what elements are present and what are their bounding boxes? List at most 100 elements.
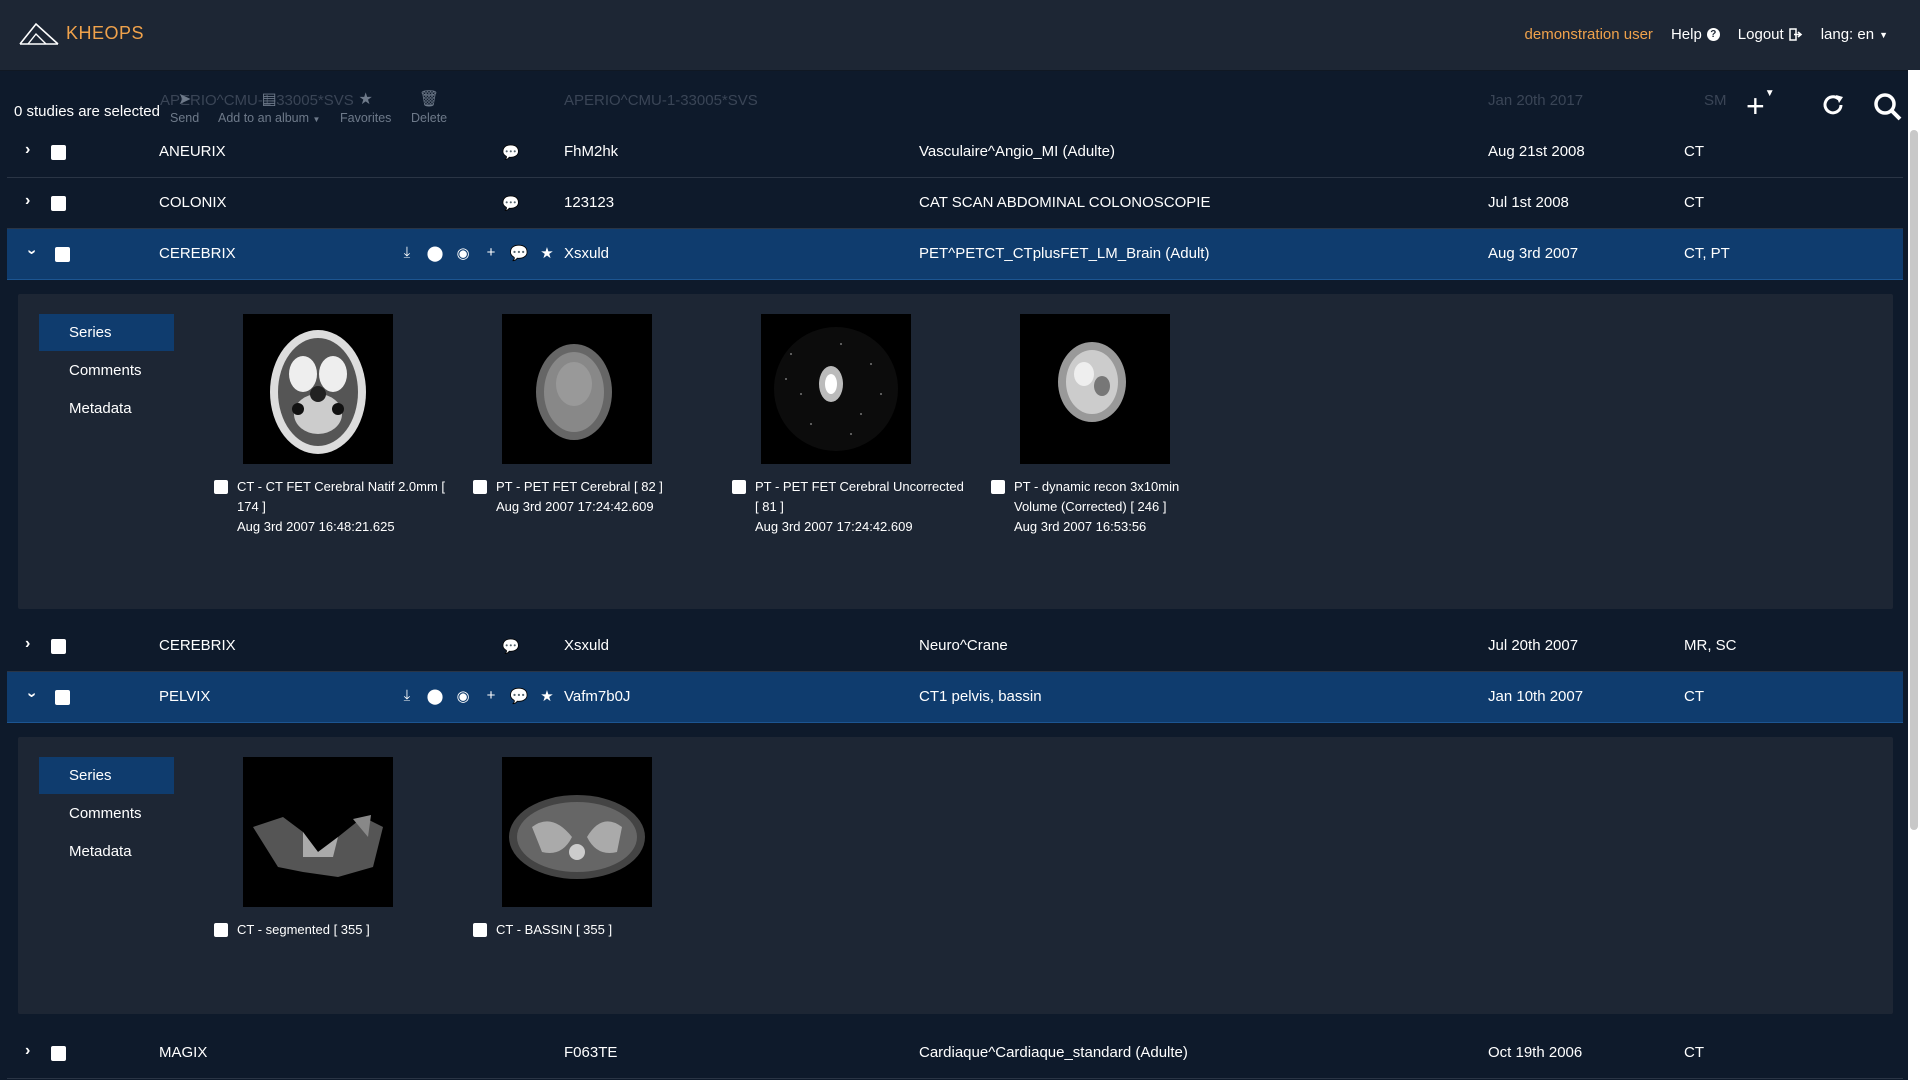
help-link[interactable]: Help ? bbox=[1671, 26, 1720, 43]
series-thumbnail[interactable] bbox=[502, 757, 652, 907]
favorites-button[interactable]: ★ Favorites bbox=[340, 91, 391, 126]
series-checkbox[interactable] bbox=[214, 480, 228, 494]
patient-name: CEREBRIX bbox=[159, 245, 236, 262]
chevron-right-icon[interactable]: › bbox=[25, 141, 30, 159]
ohif-viewer-icon[interactable]: ⬤ bbox=[425, 687, 445, 705]
chevron-right-icon[interactable]: › bbox=[25, 635, 30, 653]
page-scrollbar[interactable] bbox=[1908, 70, 1920, 1080]
ohif-viewer-icon[interactable]: ⬤ bbox=[425, 244, 445, 262]
send-button[interactable]: ➤ Send bbox=[170, 92, 199, 126]
chevron-down-icon[interactable]: › bbox=[23, 249, 41, 254]
patient-name: ANEURIX bbox=[159, 143, 226, 160]
chevron-right-icon[interactable]: › bbox=[25, 192, 30, 210]
series-label: CT - BASSIN [ 355 ] bbox=[496, 920, 711, 940]
ct-head-image bbox=[270, 330, 366, 454]
kheops-logo[interactable]: KHEOPS bbox=[18, 20, 144, 46]
comment-icon[interactable]: 💬 bbox=[502, 144, 519, 161]
study-actions: ⤓ ⬤ ◉ + 💬 ★ bbox=[397, 687, 557, 705]
selection-count: 0 studies are selected bbox=[14, 103, 160, 120]
study-checkbox[interactable] bbox=[55, 690, 70, 705]
question-icon: ? bbox=[1706, 28, 1720, 41]
delete-button[interactable]: 🗑 Delete bbox=[411, 91, 447, 126]
tab-comments[interactable]: Comments bbox=[39, 352, 174, 389]
series-thumbnail[interactable] bbox=[1020, 314, 1170, 464]
comment-icon[interactable]: 💬 bbox=[502, 638, 519, 655]
logo-text: KHEOPS bbox=[66, 22, 145, 43]
series-checkbox[interactable] bbox=[991, 480, 1005, 494]
series-checkbox[interactable] bbox=[732, 480, 746, 494]
series-checkbox[interactable] bbox=[214, 923, 228, 937]
study-row[interactable]: › PELVIX ⤓ ⬤ ◉ + 💬 ★ Vafm7b0J CT1 pelvis… bbox=[7, 672, 1903, 723]
study-row[interactable]: › CEREBRIX ⤓ ⬤ ◉ + 💬 ★ Xsxuld PET^PETCT_… bbox=[7, 229, 1903, 280]
study-row[interactable]: › COLONIX 💬 123123 CAT SCAN ABDOMINAL CO… bbox=[7, 178, 1903, 229]
series-date: Aug 3rd 2007 17:24:42.609 bbox=[496, 499, 654, 514]
tab-comments[interactable]: Comments bbox=[39, 795, 174, 832]
pet-noise-image bbox=[774, 327, 898, 451]
star-icon[interactable]: ★ bbox=[537, 244, 557, 262]
language-dropdown[interactable]: lang: en ▼ bbox=[1821, 26, 1888, 43]
series-checkbox[interactable] bbox=[473, 480, 487, 494]
study-checkbox[interactable] bbox=[51, 145, 66, 160]
series-title-cont: [ 81 ] bbox=[755, 499, 784, 514]
top-navbar: KHEOPS demonstration user Help ? Logout … bbox=[0, 0, 1920, 71]
series-label: PT - dynamic recon 3x10min Volume (Corre… bbox=[1014, 477, 1229, 537]
tab-metadata[interactable]: Metadata bbox=[39, 390, 174, 427]
book-icon: ▤ bbox=[261, 91, 277, 108]
study-row[interactable]: › ANEURIX 💬 FhM2hk Vasculaire^Angio_MI (… bbox=[7, 127, 1903, 178]
logout-link[interactable]: Logout bbox=[1738, 26, 1803, 43]
study-date: Oct 19th 2006 bbox=[1488, 1044, 1583, 1061]
series-panel: Series Comments Metadata CT - segmented … bbox=[18, 737, 1893, 1014]
plus-icon[interactable]: + bbox=[481, 244, 501, 262]
study-checkbox[interactable] bbox=[51, 639, 66, 654]
download-icon[interactable]: ⤓ bbox=[397, 244, 417, 262]
tab-series[interactable]: Series bbox=[39, 757, 174, 794]
study-checkbox[interactable] bbox=[51, 1046, 66, 1061]
star-icon[interactable]: ★ bbox=[537, 687, 557, 705]
refresh-icon bbox=[1823, 95, 1843, 115]
chevron-down-icon[interactable]: › bbox=[23, 692, 41, 697]
modality: CT bbox=[1684, 1044, 1704, 1061]
star-icon: ★ bbox=[358, 91, 373, 108]
eye-icon[interactable]: ◉ bbox=[453, 244, 473, 262]
study-row[interactable]: › MAGIX F063TE Cardiaque^Cardiaque_stand… bbox=[7, 1028, 1903, 1079]
search-icon bbox=[1874, 93, 1902, 121]
trash-icon: 🗑 bbox=[418, 91, 440, 108]
study-row[interactable]: › CEREBRIX 💬 Xsxuld Neuro^Crane Jul 20th… bbox=[7, 621, 1903, 672]
study-checkbox[interactable] bbox=[51, 196, 66, 211]
series-title: PT - PET FET Cerebral [ 82 ] bbox=[496, 479, 663, 494]
series-thumbnail[interactable] bbox=[761, 314, 911, 464]
logout-label: Logout bbox=[1737, 26, 1784, 43]
series-checkbox[interactable] bbox=[473, 923, 487, 937]
comment-icon[interactable]: 💬 bbox=[502, 195, 519, 212]
tab-series[interactable]: Series bbox=[39, 314, 174, 351]
series-date: Aug 3rd 2007 16:53:56 bbox=[1014, 519, 1147, 534]
series-thumbnail[interactable] bbox=[243, 757, 393, 907]
series-title: PT - dynamic recon 3x10min bbox=[1014, 479, 1180, 494]
search-button[interactable] bbox=[1873, 92, 1903, 129]
eye-icon[interactable]: ◉ bbox=[453, 687, 473, 705]
caret-down-icon: ▼ bbox=[1764, 88, 1775, 99]
comment-icon[interactable]: 💬 bbox=[509, 687, 529, 705]
patient-name: COLONIX bbox=[159, 194, 227, 211]
tab-metadata[interactable]: Metadata bbox=[39, 833, 174, 870]
plus-icon[interactable]: + bbox=[481, 687, 501, 705]
study-checkbox[interactable] bbox=[55, 247, 70, 262]
series-thumbnail[interactable] bbox=[502, 314, 652, 464]
panel-tabs: Series Comments Metadata bbox=[39, 757, 174, 871]
modality: CT bbox=[1684, 688, 1704, 705]
scrollbar-thumb[interactable] bbox=[1910, 130, 1918, 830]
pet-head-image bbox=[536, 344, 612, 440]
study-date: Jul 1st 2008 bbox=[1488, 194, 1569, 211]
user-link[interactable]: demonstration user bbox=[1525, 26, 1653, 43]
add-to-album-button[interactable]: ▤ Add to an album ▼ bbox=[218, 91, 320, 126]
add-study-button[interactable]: +▼ bbox=[1746, 88, 1775, 125]
patient-id: FhM2hk bbox=[564, 143, 619, 160]
study-date: Jul 20th 2007 bbox=[1488, 637, 1579, 654]
series-thumbnail[interactable] bbox=[243, 314, 393, 464]
download-icon[interactable]: ⤓ bbox=[397, 687, 417, 705]
refresh-button[interactable] bbox=[1820, 92, 1846, 125]
chevron-right-icon[interactable]: › bbox=[25, 1042, 30, 1060]
series-label: CT - segmented [ 355 ] bbox=[237, 920, 452, 940]
comment-icon[interactable]: 💬 bbox=[509, 244, 529, 262]
help-label: Help bbox=[1670, 26, 1702, 43]
